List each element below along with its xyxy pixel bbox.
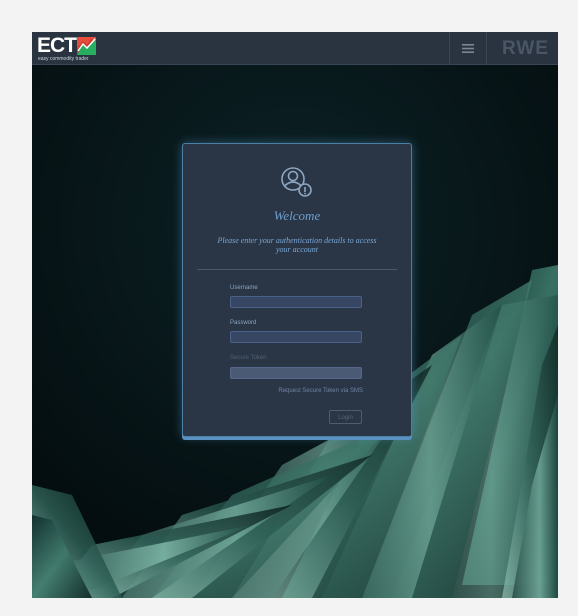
app-window: ECT easy commodity trader RWE Welcome Pl… bbox=[32, 32, 558, 598]
hamburger-menu-icon bbox=[462, 43, 474, 53]
login-card: Welcome Please enter your authentication… bbox=[182, 143, 412, 437]
logo-mark-icon bbox=[77, 37, 96, 55]
username-label: Username bbox=[230, 285, 258, 291]
user-lock-icon bbox=[281, 167, 312, 197]
secure-token-label: Secure Token bbox=[230, 355, 267, 361]
divider bbox=[197, 269, 397, 270]
logo-tagline: easy commodity trader bbox=[38, 56, 89, 62]
top-bar: ECT easy commodity trader RWE bbox=[32, 32, 558, 65]
menu-button[interactable] bbox=[449, 32, 487, 64]
password-input[interactable] bbox=[230, 331, 362, 343]
request-token-sms-link[interactable]: Request Secure Token via SMS bbox=[263, 388, 363, 394]
welcome-title: Welcome bbox=[273, 208, 321, 223]
login-button[interactable]: Login bbox=[329, 410, 362, 424]
password-label: Password bbox=[230, 320, 257, 326]
logo-text: ECT bbox=[37, 34, 77, 57]
username-input[interactable] bbox=[230, 296, 362, 308]
login-instructions: Please enter your authentication details… bbox=[217, 236, 377, 254]
rwe-brand-logo: RWE bbox=[502, 38, 549, 59]
secure-token-input[interactable] bbox=[230, 367, 362, 379]
